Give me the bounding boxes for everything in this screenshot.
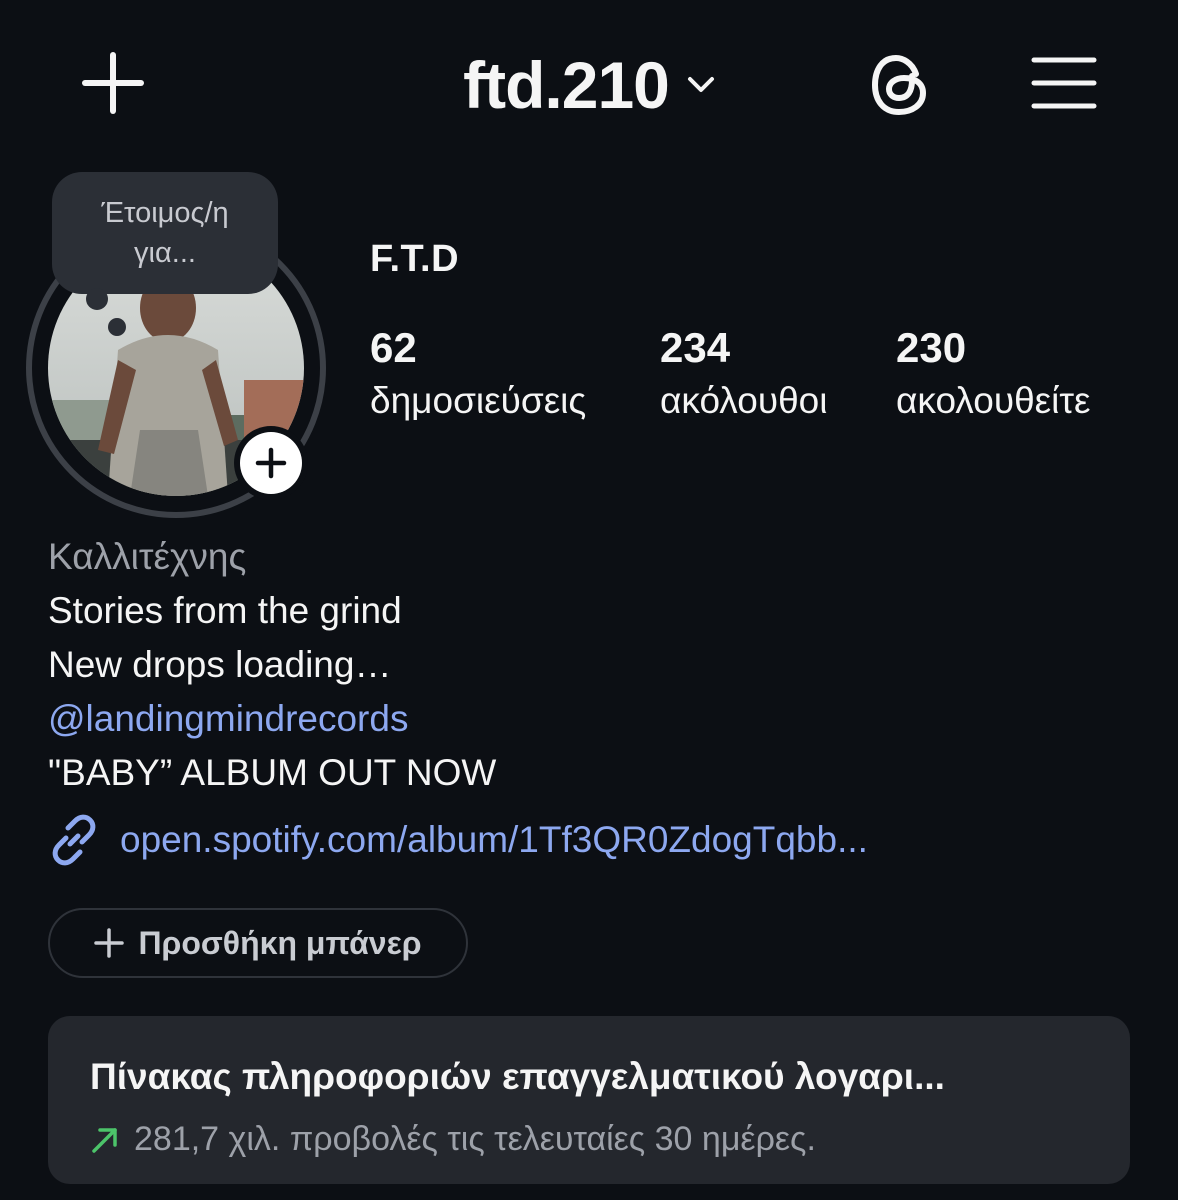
link-icon [52, 814, 96, 866]
note-bubble[interactable]: Έτοιμος/η για... [52, 172, 278, 294]
add-banner-label: Προσθήκη μπάνερ [138, 924, 422, 961]
threads-icon [872, 55, 926, 115]
bio: Καλλιτέχνης Stories from the grind New d… [48, 530, 1138, 800]
following-count: 230 [896, 324, 967, 371]
hamburger-menu-icon [1031, 57, 1097, 109]
menu-button[interactable] [1028, 50, 1100, 116]
note-text: Έτοιμος/η για... [101, 197, 229, 269]
note-bubble-tail-small [108, 318, 126, 336]
followers-stat[interactable]: 234 ακόλουθοι [660, 322, 827, 426]
trend-up-arrow-icon [92, 1127, 117, 1153]
username-title[interactable]: ftd.210 [463, 47, 715, 123]
bio-category: Καλλιτέχνης [48, 536, 247, 577]
external-link[interactable]: open.spotify.com/album/1Tf3QR0ZdogTqbb..… [48, 814, 868, 866]
followers-label: ακόλουθοι [660, 380, 828, 421]
add-story-circle [240, 432, 302, 494]
posts-count: 62 [370, 324, 417, 371]
posts-stat[interactable]: 62 δημοσιεύσεις [370, 322, 586, 426]
chevron-down-icon [687, 77, 714, 92]
professional-dashboard-card[interactable]: Πίνακας πληροφοριών επαγγελματικού λογαρ… [48, 1016, 1130, 1184]
note-bubble-tail-large [86, 288, 108, 310]
dashboard-title: Πίνακας πληροφοριών επαγγελματικού λογαρ… [90, 1056, 945, 1097]
bio-line: Stories from the grind [48, 590, 402, 631]
bio-mention-link[interactable]: @landingmindrecords [48, 692, 1138, 746]
account-switcher[interactable]: ftd.210 [0, 40, 1178, 130]
plus-icon [255, 447, 287, 479]
display-name: F.T.D [370, 238, 460, 280]
profile-screen: ftd.210 Έτοιμος/η για... F.T.D 62 δημοσι… [0, 0, 1178, 1200]
add-story-button[interactable] [234, 426, 308, 500]
username-text: ftd.210 [463, 48, 670, 122]
posts-label: δημοσιεύσεις [370, 380, 587, 421]
top-bar: ftd.210 [0, 0, 1178, 170]
threads-button[interactable] [866, 50, 936, 120]
bio-line: New drops loading… [48, 644, 392, 685]
following-label: ακολουθείτε [896, 380, 1091, 421]
plus-icon [94, 928, 125, 958]
add-banner-button[interactable]: Προσθήκη μπάνερ [48, 908, 468, 978]
following-stat[interactable]: 230 ακολουθείτε [896, 322, 1090, 426]
dashboard-stat: 281,7 χιλ. προβολές τις τελευταίες 30 ημ… [90, 1120, 816, 1159]
dashboard-stat-text: 281,7 χιλ. προβολές τις τελευταίες 30 ημ… [134, 1120, 816, 1158]
external-link-text: open.spotify.com/album/1Tf3QR0ZdogTqbb..… [120, 819, 868, 860]
followers-count: 234 [660, 324, 731, 371]
bio-line: "BABY” ALBUM OUT NOW [48, 752, 497, 793]
